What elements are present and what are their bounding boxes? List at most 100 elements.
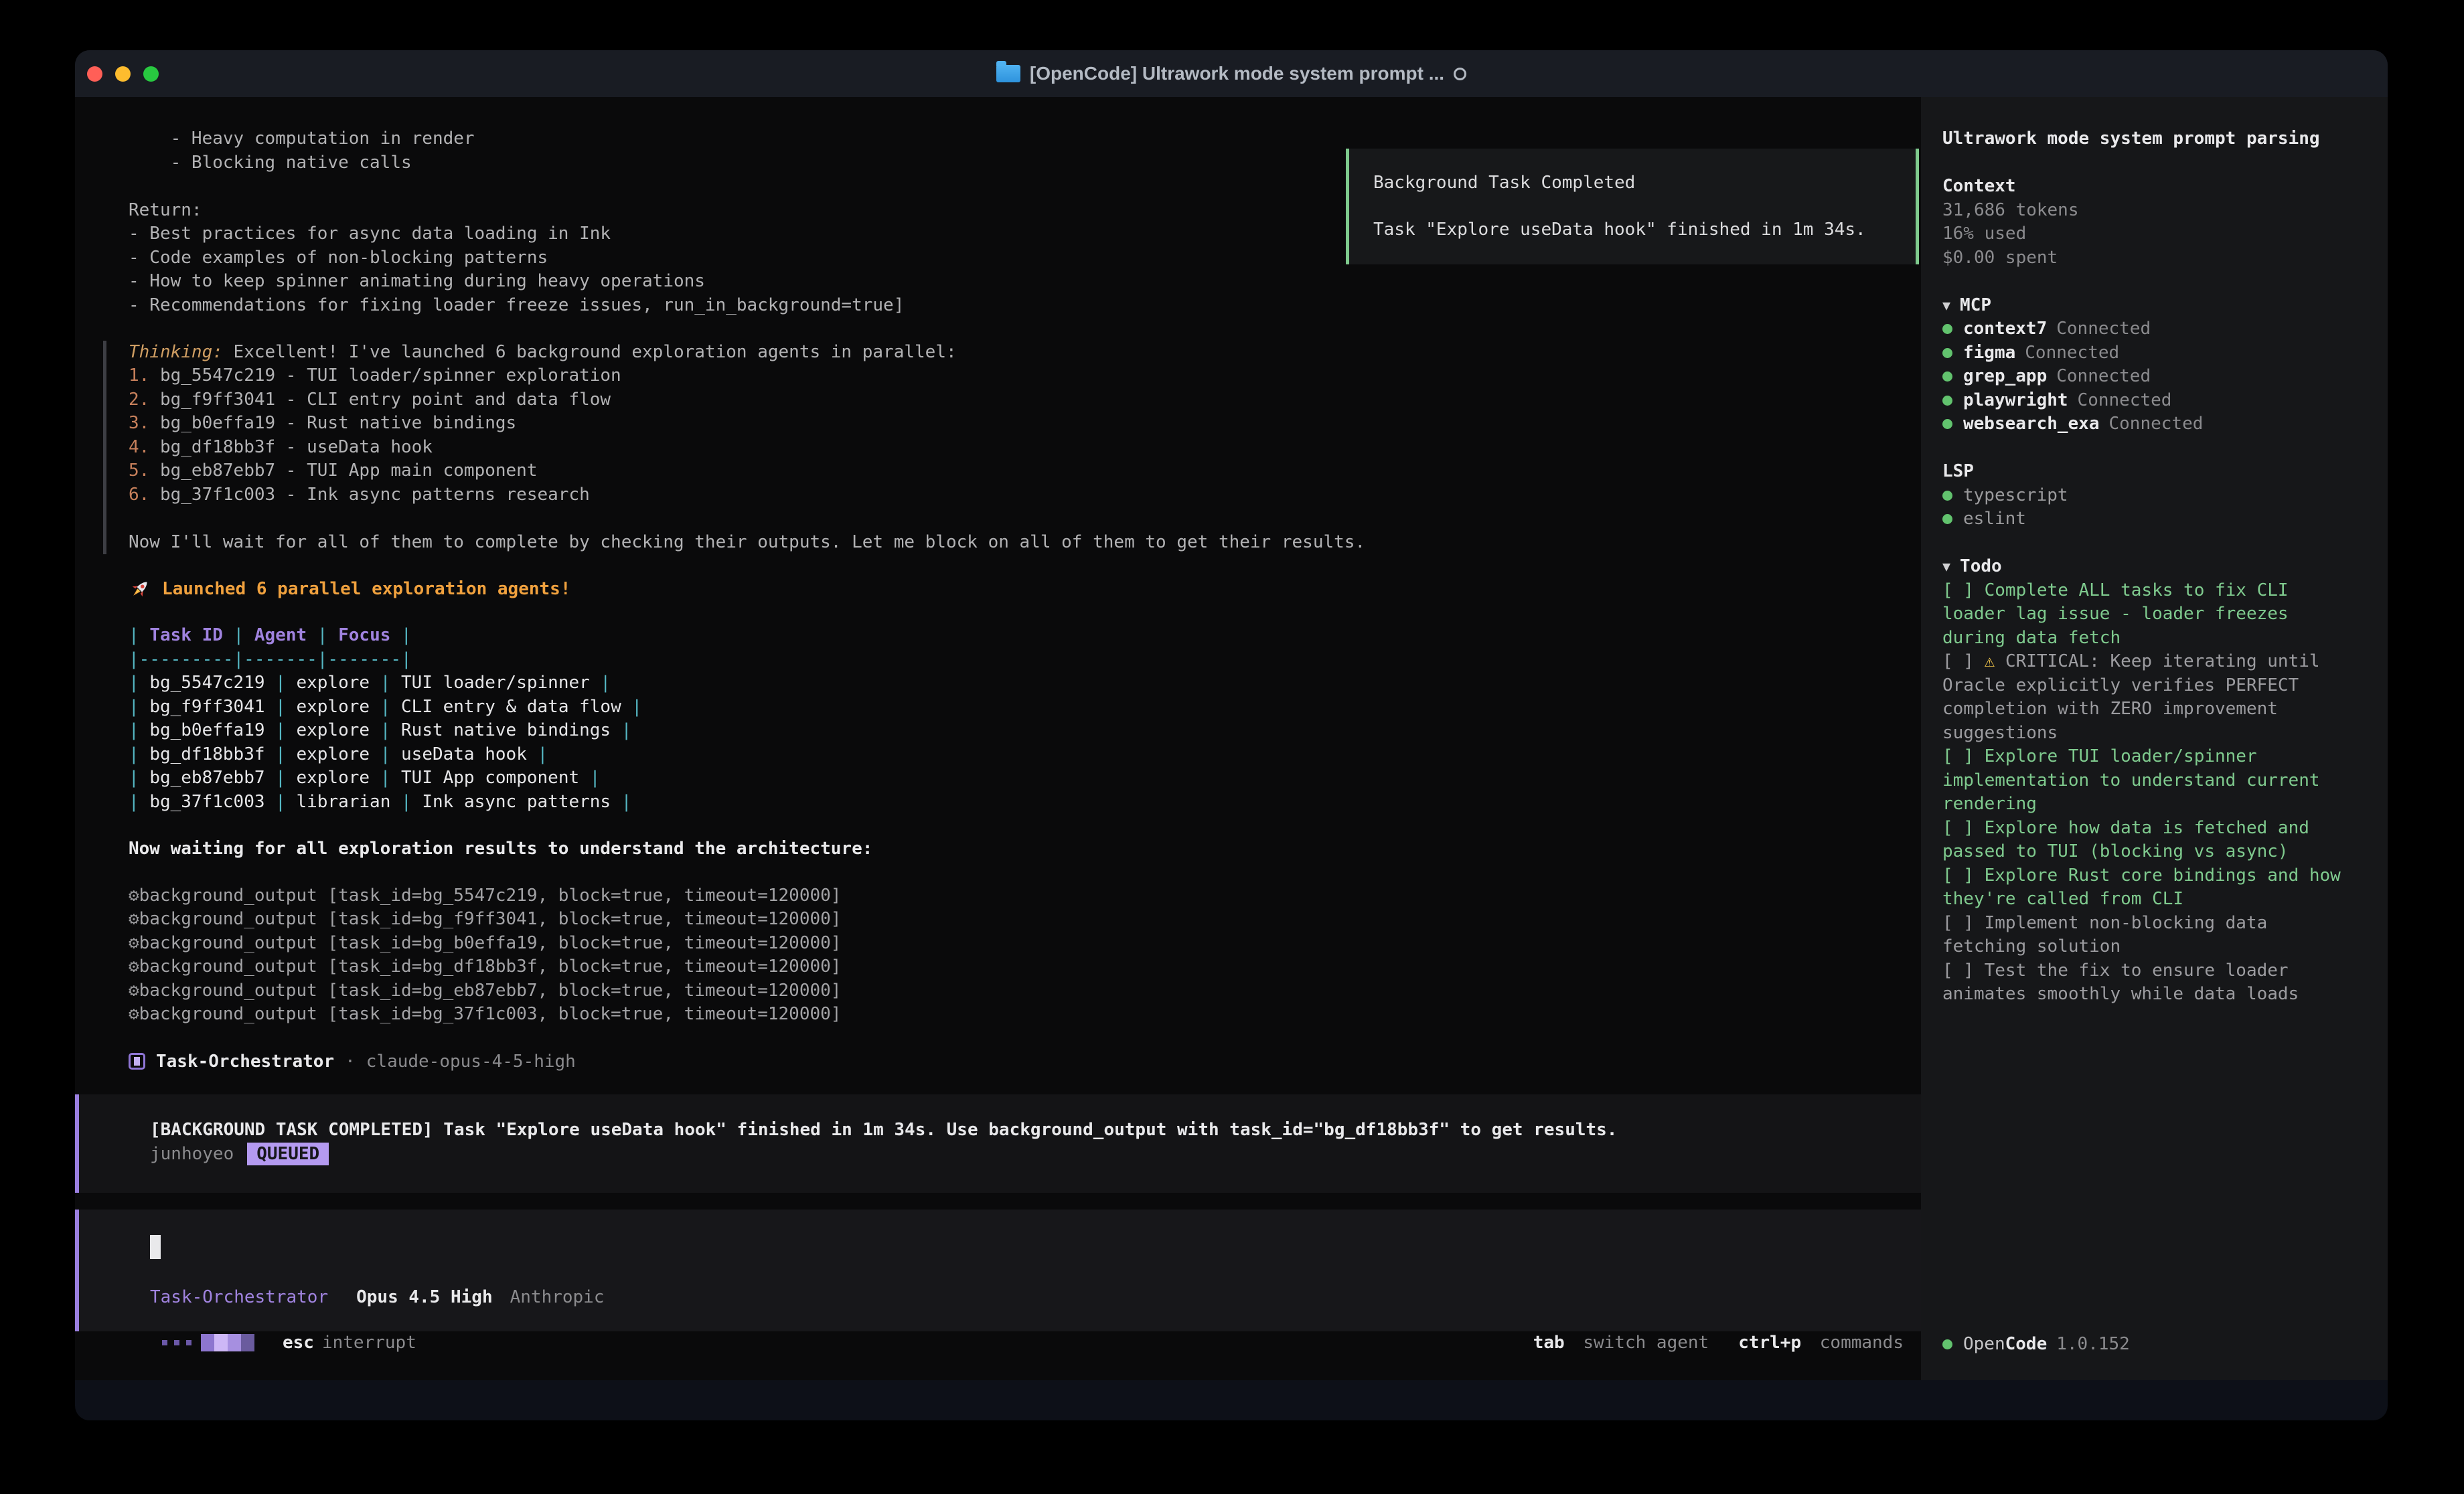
todo-checkbox: [ ] <box>1942 651 1985 671</box>
todo-item: [ ] ⚠ CRITICAL: Keep iterating until Ora… <box>1942 650 2344 745</box>
zoom-button[interactable] <box>143 66 159 82</box>
text-cursor <box>150 1235 161 1259</box>
lsp-server-name: typescript <box>1963 484 2068 508</box>
lsp-heading: LSP <box>1942 460 2374 484</box>
mcp-server-item: websearch_exa Connected <box>1942 412 2374 436</box>
background-output-line: ⚙background_output [task_id=bg_eb87ebb7,… <box>129 979 1921 1003</box>
tab-key-hint: tab <box>1533 1333 1565 1353</box>
list-number: 6. <box>129 485 149 505</box>
gear-icon: ⚙ <box>129 909 139 929</box>
pipe: | <box>129 792 149 812</box>
todo-checkbox: [ ] <box>1942 865 1985 886</box>
list-text: bg_df18bb3f - useData hook <box>149 437 433 457</box>
input-agent-name[interactable]: Task-Orchestrator <box>150 1287 328 1307</box>
background-output-line: ⚙background_output [task_id=bg_b0effa19,… <box>129 932 1921 956</box>
tab-key-label: switch agent <box>1583 1333 1709 1353</box>
todo-text: Implement non-blocking data fetching sol… <box>1942 913 2278 957</box>
pipe: | <box>527 744 548 764</box>
toast-background-task-completed[interactable]: Background Task Completed Task "Explore … <box>1346 149 1919 264</box>
ctrlp-key-label: commands <box>1820 1333 1904 1353</box>
minimize-button[interactable] <box>115 66 131 82</box>
agent-message-header: Task-Orchestrator · claude-opus-4-5-high <box>129 1050 1921 1073</box>
terminal-pane[interactable]: - Heavy computation in render - Blocking… <box>75 97 1921 1380</box>
pipe: | <box>265 792 297 812</box>
table-cell: explore <box>296 673 370 693</box>
gear-icon: ⚙ <box>129 933 139 953</box>
lsp-server-name: eslint <box>1963 507 2026 531</box>
mcp-section-header[interactable]: ▼MCP <box>1942 294 2374 318</box>
pipe: | <box>129 744 149 764</box>
mcp-server-name: figma <box>1963 341 2015 365</box>
chevron-down-icon: ▼ <box>1942 294 1950 318</box>
table-cell: Rust native bindings <box>401 720 611 740</box>
separator-dot: · <box>345 1052 356 1072</box>
esc-key-hint: esc <box>283 1331 314 1355</box>
queued-badge: QUEUED <box>247 1143 329 1165</box>
background-output-line: ⚙background_output [task_id=bg_f9ff3041,… <box>129 908 1921 932</box>
todo-item: [ ] Test the fix to ensure loader animat… <box>1942 959 2344 1007</box>
list-number: 4. <box>129 437 149 457</box>
table-cell: CLI entry & data flow <box>401 697 621 717</box>
tool-output-line: - Recommendations for fixing loader free… <box>129 294 1921 318</box>
mcp-server-name: websearch_exa <box>1963 412 2100 436</box>
table-cell: bg_37f1c003 <box>149 792 264 812</box>
table-cell: bg_eb87ebb7 <box>149 768 264 788</box>
mcp-server-item: grep_appConnected <box>1942 365 2374 389</box>
todo-item: [ ] Explore Rust core bindings and how t… <box>1942 864 2344 912</box>
input-model-name[interactable]: Opus 4.5 High <box>356 1287 493 1307</box>
pipe: | <box>129 625 149 645</box>
status-dot-icon <box>1942 1339 1952 1349</box>
todo-text: Explore how data is fetched and passed t… <box>1942 818 2320 862</box>
folder-icon <box>996 65 1020 82</box>
agent-icon <box>129 1053 145 1070</box>
mcp-server-status: Connected <box>2109 412 2204 436</box>
table-cell: bg_b0effa19 <box>149 720 264 740</box>
sidebar: Ultrawork mode system prompt parsing Con… <box>1921 97 2388 1380</box>
message-text: [BACKGROUND TASK COMPLETED] Task "Explor… <box>150 1118 1921 1143</box>
status-dot-icon <box>1942 324 1952 334</box>
input-agent-row[interactable]: Task-Orchestrator Opus 4.5 High Anthropi… <box>150 1287 1921 1307</box>
tool-call-text: background_output [task_id=bg_5547c219, … <box>139 886 842 906</box>
list-text: bg_f9ff3041 - CLI entry point and data f… <box>149 390 611 410</box>
pipe: | <box>265 720 297 740</box>
pipe: | <box>390 625 411 645</box>
context-stats: 31,686 tokens16% used$0.00 spent <box>1942 199 2374 270</box>
prompt-input[interactable]: Task-Orchestrator Opus 4.5 High Anthropi… <box>75 1210 1921 1331</box>
context-stat-line: 16% used <box>1942 222 2374 246</box>
pipe: | <box>370 697 401 717</box>
pipe: | <box>590 673 611 693</box>
toast-body: Task "Explore useData hook" finished in … <box>1373 218 1916 242</box>
table-cell: explore <box>296 768 370 788</box>
table-separator-row: |---------|-------|-------| <box>129 648 1921 672</box>
brand-code: Code <box>2005 1333 2048 1357</box>
table-cell: bg_df18bb3f <box>149 744 264 764</box>
background-task-message: [BACKGROUND TASK COMPLETED] Task "Explor… <box>75 1094 1921 1193</box>
mcp-server-name: playwright <box>1963 389 2068 413</box>
thinking-list-item: 6. bg_37f1c003 - Ink async patterns rese… <box>129 483 1921 507</box>
pipe: | <box>265 768 297 788</box>
todo-item: [ ] Explore how data is fetched and pass… <box>1942 817 2344 864</box>
table-cell: TUI App component <box>401 768 579 788</box>
mcp-server-status: Connected <box>2025 341 2119 365</box>
chevron-down-icon: ▼ <box>1942 555 1950 579</box>
context-stat-line: 31,686 tokens <box>1942 199 2374 223</box>
table-row: | bg_f9ff3041 | explore | CLI entry & da… <box>129 695 1921 720</box>
status-dot-icon <box>1942 419 1952 429</box>
close-button[interactable] <box>87 66 102 82</box>
lsp-server-item: typescript <box>1942 484 2374 508</box>
table-row: | bg_37f1c003 | librarian | Ink async pa… <box>129 791 1921 815</box>
todo-section-header[interactable]: ▼Todo <box>1942 555 2374 579</box>
list-text: bg_eb87ebb7 - TUI App main component <box>149 461 537 481</box>
context-stat-line: $0.00 spent <box>1942 246 2374 270</box>
todo-checkbox: [ ] <box>1942 580 1985 600</box>
session-title: Ultrawork mode system prompt parsing <box>1942 127 2374 151</box>
brand-open: Open <box>1963 1333 2005 1357</box>
mcp-server-item: playwrightConnected <box>1942 389 2374 413</box>
agent-model: claude-opus-4-5-high <box>366 1052 576 1072</box>
todo-text: Complete ALL tasks to fix CLI loader lag… <box>1942 580 2299 648</box>
tool-call-text: background_output [task_id=bg_eb87ebb7, … <box>139 981 842 1001</box>
pipe: | <box>390 792 422 812</box>
table-cell: bg_f9ff3041 <box>149 697 264 717</box>
toast-title: Background Task Completed <box>1373 171 1916 195</box>
list-number: 2. <box>129 390 149 410</box>
